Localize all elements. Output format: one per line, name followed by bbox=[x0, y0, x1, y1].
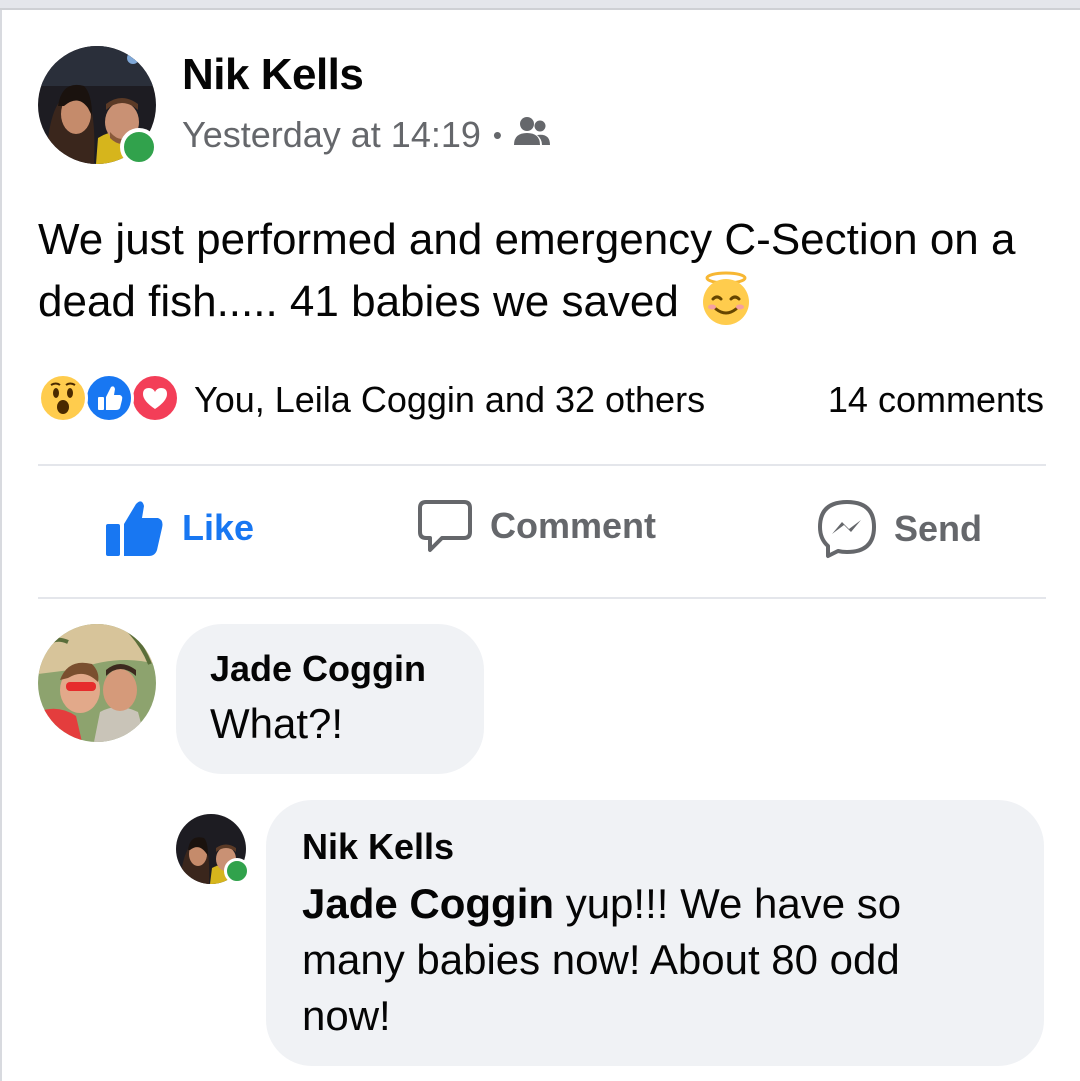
post-body: We just performed and emergency C-Sectio… bbox=[38, 210, 1048, 342]
messenger-icon bbox=[818, 500, 876, 558]
comment-button[interactable]: Comment bbox=[416, 498, 656, 554]
thumbs-up-icon bbox=[106, 501, 163, 556]
reply-text: Jade Coggin yup!!! We have so many babie… bbox=[302, 876, 992, 1044]
like-button[interactable]: Like bbox=[104, 498, 254, 558]
commenter-avatar[interactable] bbox=[38, 624, 156, 742]
divider-actions bbox=[38, 597, 1046, 599]
comment-bubble[interactable]: Jade Coggin What?! bbox=[176, 624, 484, 774]
left-edge bbox=[0, 10, 2, 1081]
post-actions: Like Comment Send bbox=[38, 470, 1046, 596]
friends-icon[interactable] bbox=[512, 114, 552, 156]
like-reaction-icon bbox=[84, 373, 134, 423]
comment-label: Comment bbox=[490, 505, 657, 546]
reply-author[interactable]: Nik Kells bbox=[302, 826, 1044, 868]
reply-author-avatar[interactable] bbox=[176, 814, 250, 884]
comment-icon bbox=[418, 500, 472, 552]
love-reaction-icon bbox=[130, 373, 180, 423]
avatar-photo bbox=[38, 624, 156, 742]
post-timestamp[interactable]: Yesterday at 14:19 bbox=[182, 114, 481, 156]
like-label: Like bbox=[182, 507, 255, 548]
author-avatar[interactable] bbox=[38, 46, 158, 166]
reply-bubble[interactable]: Nik Kells Jade Coggin yup!!! We have so … bbox=[266, 800, 1044, 1066]
send-button[interactable]: Send bbox=[816, 498, 982, 560]
reactions-summary[interactable]: You, Leila Coggin and 32 others 14 comme… bbox=[38, 373, 1048, 425]
post-text: We just performed and emergency C-Sectio… bbox=[38, 215, 1016, 326]
reaction-icons bbox=[38, 373, 188, 425]
top-divider-line bbox=[0, 8, 1080, 10]
divider-reactions bbox=[38, 464, 1046, 466]
send-label: Send bbox=[894, 508, 983, 549]
meta-separator: • bbox=[492, 119, 503, 150]
mention-link[interactable]: Jade Coggin bbox=[302, 880, 554, 927]
post-meta: Yesterday at 14:19 • bbox=[182, 114, 552, 156]
post-author-name[interactable]: Nik Kells bbox=[182, 50, 364, 100]
comment-author[interactable]: Jade Coggin bbox=[210, 648, 484, 690]
reactors-summary[interactable]: You, Leila Coggin and 32 others bbox=[194, 379, 705, 421]
top-divider bbox=[0, 0, 1080, 8]
comments-count[interactable]: 14 comments bbox=[828, 379, 1044, 421]
comment-text: What?! bbox=[210, 700, 344, 747]
wow-reaction-icon bbox=[38, 373, 88, 423]
online-status-dot bbox=[120, 128, 158, 166]
smiling-face-with-halo-emoji bbox=[699, 270, 753, 342]
online-status-dot bbox=[224, 858, 250, 884]
